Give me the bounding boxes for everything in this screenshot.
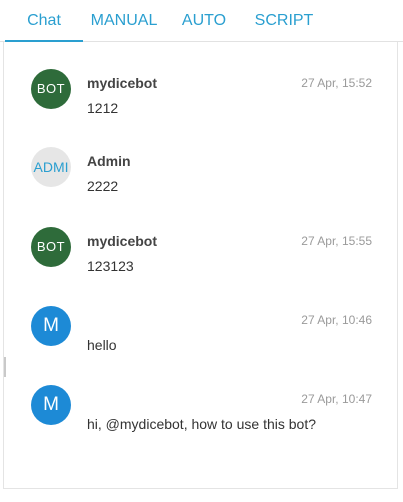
tab-script[interactable]: SCRIPT bbox=[248, 0, 320, 42]
tab-bar: Chat MANUAL AUTO SCRIPT bbox=[0, 0, 403, 42]
chat-message-list[interactable]: BOT mydicebot 27 Apr, 15:52 1212 ADMI Ad… bbox=[3, 42, 398, 489]
message-sender: Admin bbox=[87, 153, 131, 169]
message-text: 2222 bbox=[87, 178, 119, 194]
admin-avatar: ADMI bbox=[31, 147, 71, 187]
tab-manual[interactable]: MANUAL bbox=[86, 0, 162, 42]
message-item: M 27 Apr, 10:46 hello bbox=[4, 306, 399, 376]
message-time: 27 Apr, 15:55 bbox=[301, 234, 372, 248]
chat-window: Chat MANUAL AUTO SCRIPT BOT mydicebot 27… bbox=[0, 0, 403, 502]
message-time: 27 Apr, 15:52 bbox=[301, 76, 372, 90]
message-text: 1212 bbox=[87, 100, 119, 116]
message-item: M 27 Apr, 10:47 hi, @mydicebot, how to u… bbox=[4, 385, 399, 455]
user-avatar: M bbox=[31, 306, 71, 346]
message-item: BOT mydicebot 27 Apr, 15:55 123123 bbox=[4, 227, 399, 297]
message-text: hello bbox=[87, 337, 117, 353]
message-sender: mydicebot bbox=[87, 75, 158, 91]
message-time: 27 Apr, 10:46 bbox=[301, 313, 372, 327]
tab-auto[interactable]: AUTO bbox=[178, 0, 230, 42]
message-item: BOT mydicebot 27 Apr, 15:52 1212 bbox=[4, 69, 399, 139]
bot-avatar: BOT bbox=[31, 69, 71, 109]
message-sender: mydicebot bbox=[87, 233, 158, 249]
message-item: ADMI Admin 2222 bbox=[4, 147, 399, 217]
tab-chat[interactable]: Chat bbox=[5, 0, 83, 42]
message-time: 27 Apr, 10:47 bbox=[301, 392, 372, 406]
message-text: hi, @mydicebot, how to use this bot? bbox=[87, 416, 316, 432]
user-avatar: M bbox=[31, 385, 71, 425]
bot-avatar: BOT bbox=[31, 227, 71, 267]
message-text: 123123 bbox=[87, 258, 134, 274]
